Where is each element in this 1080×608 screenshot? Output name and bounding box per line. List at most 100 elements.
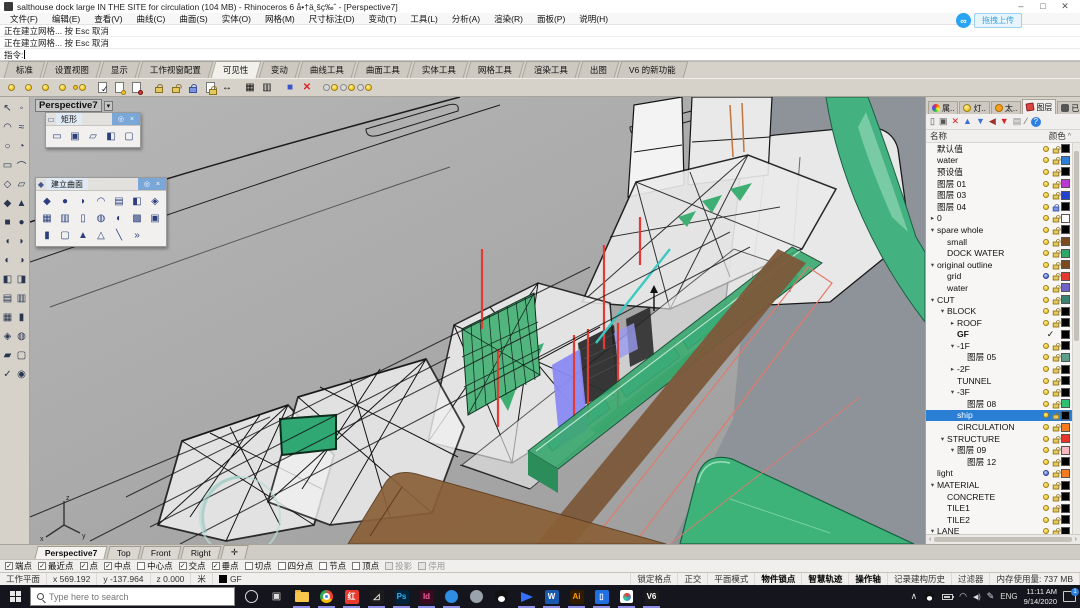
- cortana-taskbar-icon[interactable]: [239, 585, 264, 608]
- layer-color-swatch[interactable]: [1061, 330, 1070, 339]
- chevron-up-icon[interactable]: ∧: [911, 591, 918, 602]
- texture-tool[interactable]: ◍: [15, 327, 29, 346]
- move-down-button[interactable]: ▼: [976, 117, 985, 126]
- panel-tab-layers[interactable]: 图层: [1022, 99, 1056, 114]
- hatch-tool[interactable]: ▥: [15, 289, 29, 308]
- circle-tool[interactable]: ○: [1, 137, 15, 156]
- checkbox-checked[interactable]: ✓: [212, 562, 220, 570]
- layer-visibility-toggle[interactable]: [1041, 401, 1051, 407]
- surface-tool-1-4[interactable]: ◐: [111, 211, 127, 226]
- layer-visibility-toggle[interactable]: [1041, 424, 1051, 430]
- check-tool[interactable]: ✓: [1, 365, 15, 384]
- status-cell-4[interactable]: 米: [191, 573, 213, 585]
- taskbar-search[interactable]: [30, 587, 235, 606]
- ribbon-tab-11[interactable]: 出图: [577, 61, 619, 78]
- panel-tab-named[interactable]: 已..: [1057, 101, 1080, 114]
- status-cell-10[interactable]: 智慧轨迹: [802, 573, 849, 585]
- rectangle-tool-0[interactable]: ▭: [49, 129, 65, 144]
- language-indicator[interactable]: ENG: [1000, 592, 1017, 601]
- expand-open-icon[interactable]: ▾: [938, 307, 947, 315]
- expand-open-icon[interactable]: ▾: [948, 342, 957, 350]
- layer-visibility-toggle[interactable]: [1041, 320, 1051, 326]
- search-input[interactable]: [49, 592, 209, 602]
- layer-visibility-toggle[interactable]: [1041, 273, 1051, 279]
- pen-icon[interactable]: ✎: [987, 591, 995, 602]
- surface-tool-1-2[interactable]: ▯: [75, 211, 91, 226]
- qq-taskbar-icon[interactable]: [489, 585, 514, 608]
- layer-visibility-toggle[interactable]: [1041, 192, 1051, 198]
- layer-color-swatch[interactable]: [1061, 341, 1070, 350]
- surface-tool-1-6[interactable]: ▣: [147, 211, 163, 226]
- layer-row-17[interactable]: ▾-1F: [926, 340, 1080, 352]
- bulb-doc-icon[interactable]: [54, 80, 70, 96]
- status-cell-8[interactable]: 平面模式: [708, 573, 755, 585]
- layer-color-swatch[interactable]: [1061, 469, 1070, 478]
- new-layer-button[interactable]: ▯: [930, 117, 935, 126]
- layer-color-swatch[interactable]: [1061, 492, 1070, 501]
- layer-color-swatch[interactable]: [1061, 307, 1070, 316]
- layer-color-swatch[interactable]: [1061, 365, 1070, 374]
- rhino-v6-taskbar-icon[interactable]: V6: [639, 585, 664, 608]
- surface-tool-0-5[interactable]: ◧: [129, 194, 145, 209]
- layer-visibility-toggle[interactable]: [1041, 285, 1051, 291]
- layer-lock-toggle[interactable]: [1051, 237, 1061, 247]
- menu-item-12[interactable]: 面板(P): [530, 13, 572, 25]
- boolean-diff-tool[interactable]: ◑: [15, 251, 29, 270]
- layer-color-swatch[interactable]: [1061, 376, 1070, 385]
- expand-open-icon[interactable]: ▾: [938, 435, 947, 443]
- viewport-tab-perspective7[interactable]: Perspective7: [34, 546, 108, 559]
- viewport-tab-top[interactable]: Top: [107, 546, 142, 559]
- ribbon-tab-5[interactable]: 变动: [258, 61, 300, 78]
- surface-tool-1-1[interactable]: ▥: [57, 211, 73, 226]
- layer-visibility-toggle[interactable]: [1041, 308, 1051, 314]
- cylinder-right-tool[interactable]: ◗: [15, 232, 29, 251]
- viewport-title[interactable]: Perspective7 ▾: [35, 99, 113, 112]
- osnap-6[interactable]: ✓垂点: [212, 560, 239, 572]
- layer-color-swatch[interactable]: [1061, 481, 1070, 490]
- surface-tool-2-2[interactable]: ▲: [75, 228, 91, 243]
- layer-row-12[interactable]: water: [926, 282, 1080, 294]
- phone-link-taskbar-icon[interactable]: ▯: [589, 585, 614, 608]
- expand-closed-icon[interactable]: ▸: [948, 319, 957, 327]
- rectangle-tool[interactable]: ▭: [1, 156, 15, 175]
- layer-visibility-toggle[interactable]: [1041, 412, 1051, 418]
- control-curve-tool[interactable]: ≈: [15, 118, 29, 137]
- layer-visibility-toggle[interactable]: [1041, 239, 1051, 245]
- layer-color-swatch[interactable]: [1061, 434, 1070, 443]
- expand-closed-icon[interactable]: ▸: [948, 365, 957, 373]
- delete-layer-button[interactable]: ✕: [951, 117, 959, 126]
- layer-visibility-toggle[interactable]: [1041, 215, 1051, 221]
- layer-lock-toggle[interactable]: [1051, 399, 1061, 409]
- menu-item-7[interactable]: 尺寸标注(D): [302, 13, 362, 25]
- pc-manager-taskbar-icon[interactable]: [439, 585, 464, 608]
- ribbon-tab-1[interactable]: 设置视图: [43, 61, 102, 78]
- layer-visibility-toggle[interactable]: [1041, 378, 1051, 384]
- ellipse-tool[interactable]: ◔: [15, 137, 29, 156]
- status-cell-7[interactable]: 正交: [678, 573, 708, 585]
- layer-row-16[interactable]: GF✓: [926, 329, 1080, 341]
- layer-lock-toggle[interactable]: [1051, 410, 1061, 420]
- ribbon-tab-9[interactable]: 网格工具: [465, 61, 524, 78]
- layer-row-31[interactable]: TILE1: [926, 502, 1080, 514]
- scroll-left-icon[interactable]: ‹: [929, 536, 931, 543]
- layer-visibility-toggle[interactable]: [1041, 227, 1051, 233]
- menu-item-11[interactable]: 渲染(R): [487, 13, 530, 25]
- osnap-2[interactable]: ✓点: [80, 560, 99, 572]
- layer-lock-toggle[interactable]: [1051, 283, 1061, 293]
- indesign-taskbar-icon[interactable]: Id: [414, 585, 439, 608]
- menu-item-2[interactable]: 查看(V): [87, 13, 129, 25]
- surface-corner-tool[interactable]: ◆: [1, 194, 15, 213]
- status-cell-11[interactable]: 操作轴: [849, 573, 888, 585]
- layer-row-25[interactable]: ▾STRUCTURE: [926, 433, 1080, 445]
- bulb-pair-icon[interactable]: [322, 80, 338, 96]
- layer-row-27[interactable]: 图层 12: [926, 456, 1080, 468]
- layer-lock-toggle[interactable]: [1051, 260, 1061, 270]
- ribbon-tab-8[interactable]: 实体工具: [409, 61, 468, 78]
- layer-lock-toggle[interactable]: [1051, 515, 1061, 525]
- layer-visibility-toggle[interactable]: [1041, 505, 1051, 511]
- layer-color-swatch[interactable]: [1061, 167, 1070, 176]
- layer-visibility-toggle[interactable]: [1041, 366, 1051, 372]
- taskbar-clock[interactable]: 11:11 AM9/14/2020: [1024, 587, 1057, 606]
- expand-open-icon[interactable]: ▾: [948, 446, 957, 454]
- status-cell-0[interactable]: 工作平面: [0, 573, 47, 585]
